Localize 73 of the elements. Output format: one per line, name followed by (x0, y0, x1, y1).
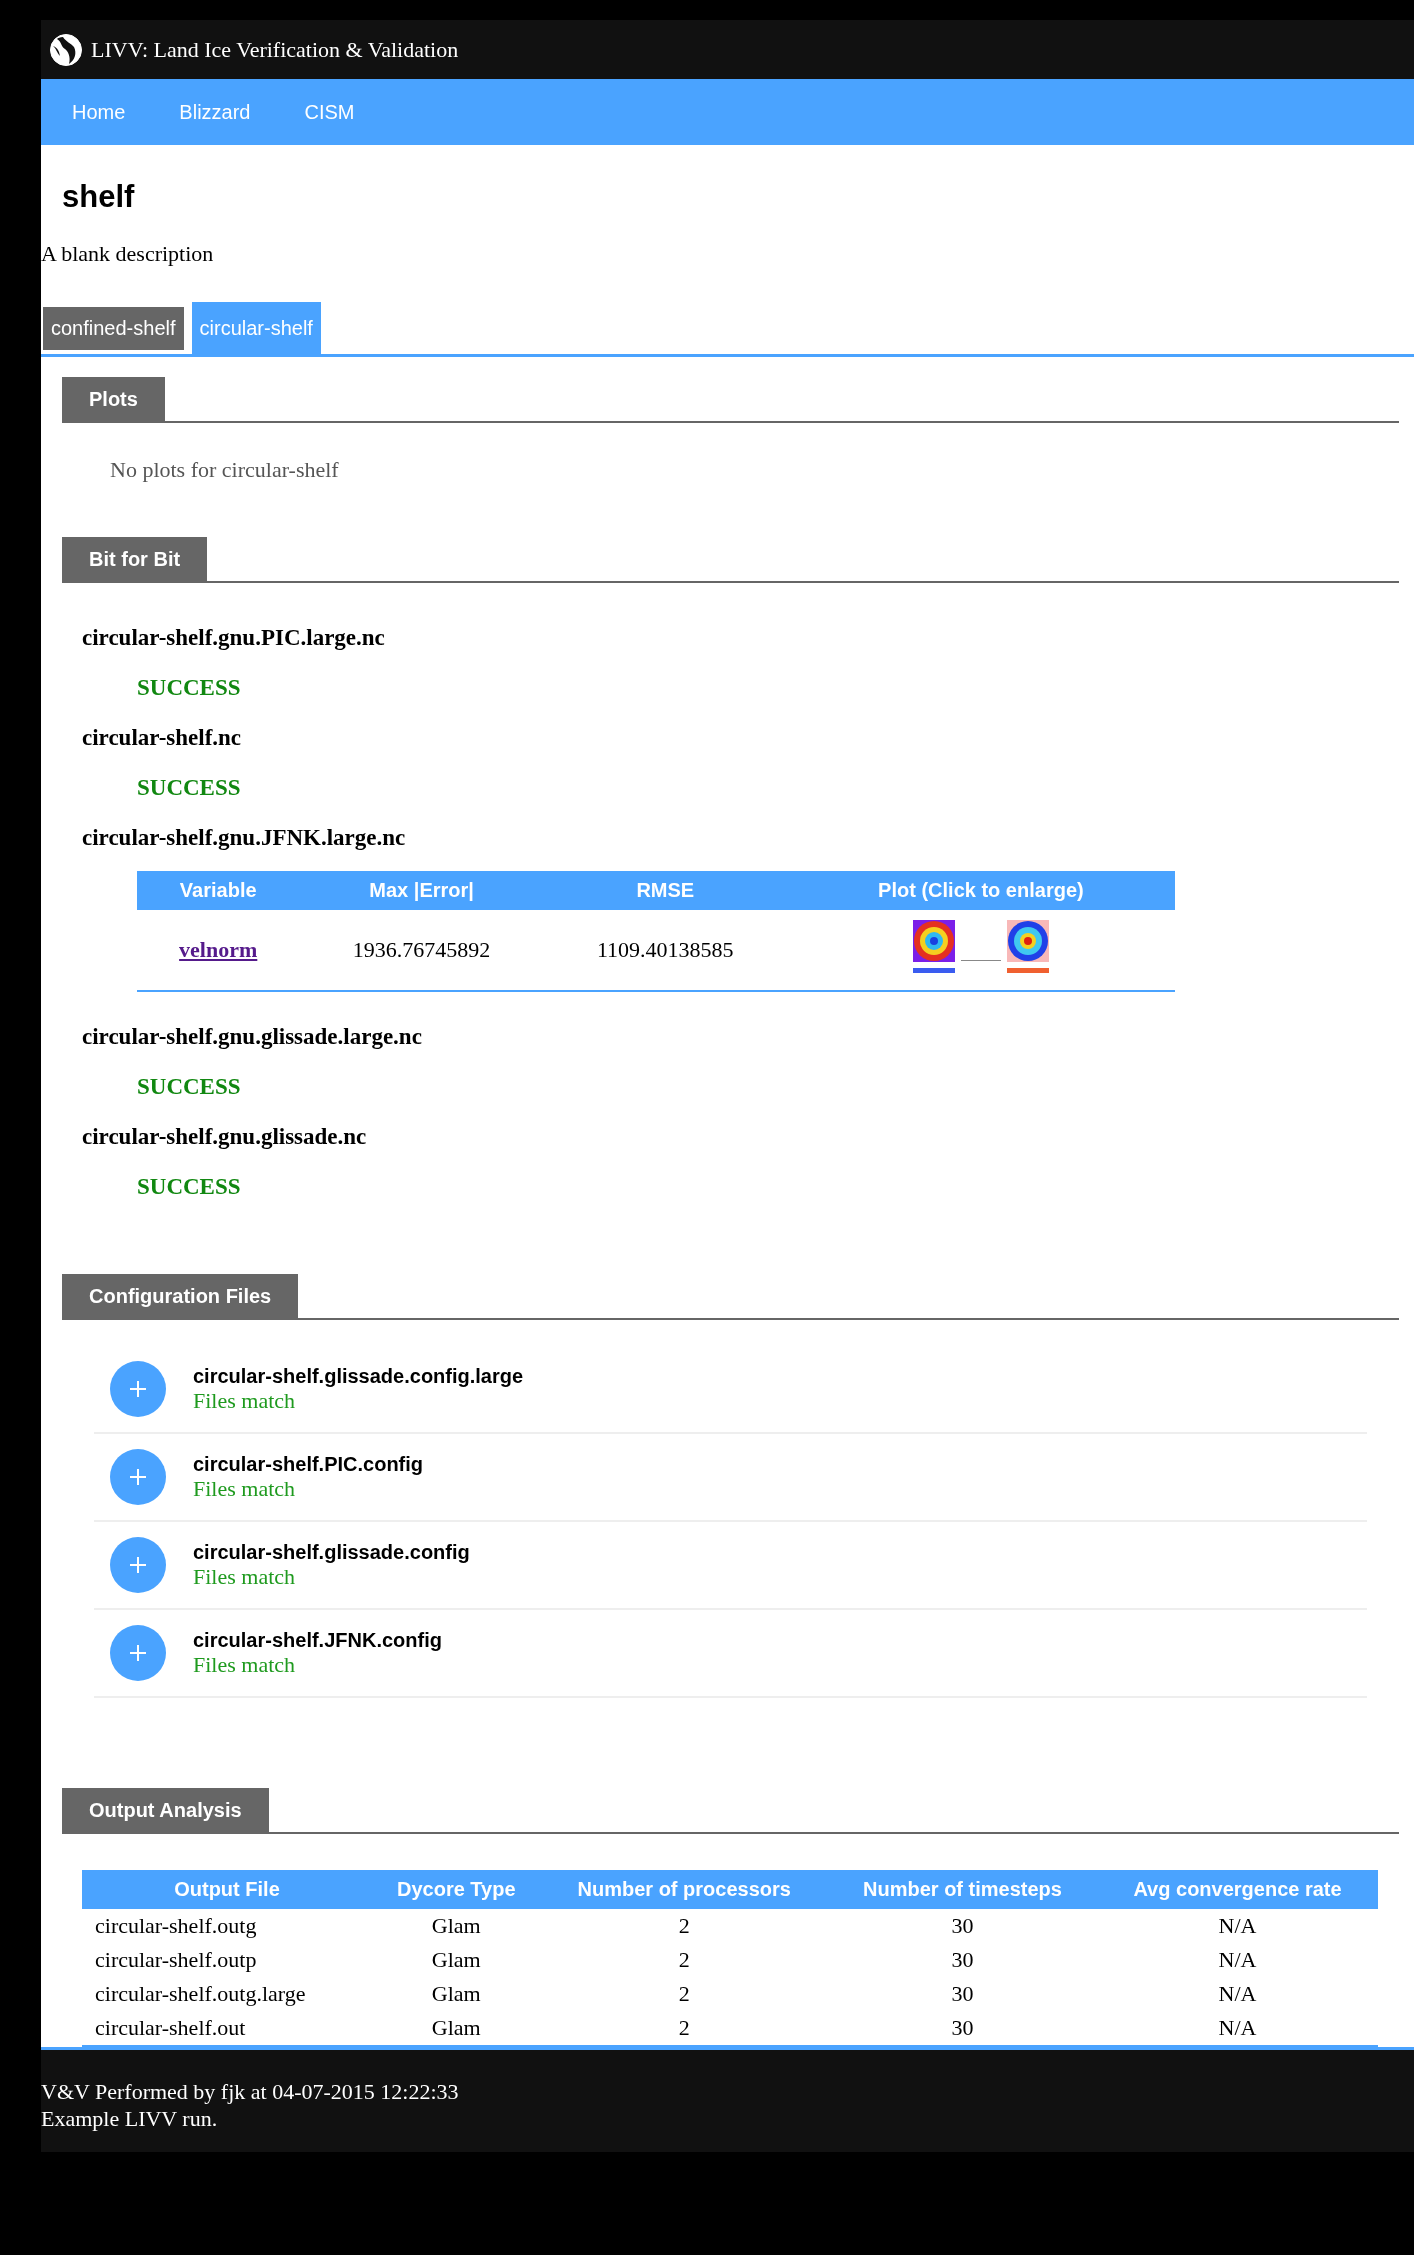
status-text: SUCCESS (137, 674, 242, 702)
status-text: Files match (193, 1475, 297, 1502)
section-title: Output Analysis (62, 1788, 269, 1832)
plus-icon (129, 1380, 147, 1398)
table-cell: 2 (540, 2011, 828, 2046)
file-name: circular-shelf.gnu.glissade.large.nc (82, 1023, 423, 1051)
table-cell-text: 30 (950, 1980, 975, 2008)
table-header-cell: Max |Error| (299, 871, 544, 910)
footer-text: Example LIVV run. (41, 2105, 219, 2132)
config-file-name: circular-shelf.PIC.config (193, 1452, 424, 1476)
page-title: shelf (61, 178, 136, 215)
config-file-name: circular-shelf.glissade.config (193, 1540, 470, 1564)
table-cell: 30 (827, 2011, 1098, 2046)
status-text: SUCCESS (137, 774, 242, 802)
file-name: circular-shelf.gnu.JFNK.large.nc (82, 824, 407, 852)
table-cell: circular-shelf.outg (82, 1909, 372, 1943)
status-text: Files match (193, 1563, 297, 1590)
table-cell: 30 (827, 1909, 1098, 1943)
status-text: Files match (193, 1387, 297, 1414)
variable-link[interactable]: velnorm (179, 937, 258, 962)
app-title: LIVV: Land Ice Verification & Validation (91, 36, 459, 63)
table-header-cell: Number of processors (540, 1870, 828, 1909)
table-cell-text: 30 (950, 1946, 975, 1974)
plus-icon (129, 1644, 147, 1662)
table-header-cell: Plot (Click to enlarge) (786, 871, 1175, 910)
table-cell: 2 (540, 1909, 828, 1943)
table-cell-text: 2 (677, 1946, 691, 1974)
tab[interactable]: confined-shelf (43, 307, 184, 350)
globe-icon (49, 32, 83, 67)
expand-button[interactable] (110, 1449, 166, 1505)
nav-link[interactable]: Blizzard (179, 100, 251, 124)
status-text: Files match (193, 1651, 297, 1678)
config-file-name: circular-shelf.glissade.config.large (193, 1364, 524, 1388)
expand-button[interactable] (110, 1537, 166, 1593)
table-cell: Glam (372, 1909, 541, 1943)
table-header-cell: Variable (137, 871, 300, 910)
table-cell: 1936.76745892 (299, 910, 544, 991)
table-cell-text: Glam (430, 1946, 482, 1974)
file-name: circular-shelf.nc (82, 724, 243, 752)
table-cell-text: Glam (430, 1980, 482, 2008)
table-cell: 1109.40138585 (543, 910, 787, 991)
table-header-cell: Dycore Type (372, 1870, 541, 1909)
table-cell: circular-shelf.out (82, 2011, 372, 2046)
table-cell: N/A (1097, 2011, 1378, 2046)
status-text: SUCCESS (137, 1173, 242, 1201)
plus-icon (129, 1468, 147, 1486)
table-header-cell: RMSE (543, 871, 787, 910)
plus-icon (129, 1556, 147, 1574)
tab[interactable]: circular-shelf (191, 302, 321, 354)
file-name: circular-shelf.gnu.PIC.large.nc (82, 624, 386, 652)
config-file-name: circular-shelf.JFNK.config (193, 1628, 442, 1652)
table-header-cell: Output File (82, 1870, 372, 1909)
footer-text: V&V Performed by fjk at 04-07-2015 12:22:33 (41, 2078, 460, 2105)
nav-link[interactable]: CISM (304, 100, 355, 124)
table-header-cell: Number of timesteps (827, 1870, 1098, 1909)
section-title: Bit for Bit (62, 537, 208, 581)
table-cell: Glam (372, 2011, 541, 2046)
expand-button[interactable] (110, 1361, 166, 1417)
table-cell: N/A (1097, 1909, 1378, 1943)
empty-message: No plots for circular-shelf (110, 457, 340, 483)
expand-button[interactable] (110, 1625, 166, 1681)
table-header-cell: Avg convergence rate (1097, 1870, 1378, 1909)
file-name: circular-shelf.gnu.glissade.nc (82, 1123, 368, 1151)
section-title: Configuration Files (62, 1274, 299, 1318)
section-title: Plots (62, 377, 165, 421)
table-cell-text: circular-shelf.outg.large (94, 1980, 307, 2008)
table-cell-text: N/A (1217, 1980, 1258, 2008)
table-cell-text: circular-shelf.outp (94, 1946, 258, 1974)
page-description: A blank description (41, 241, 215, 267)
table-cell-text: 2 (677, 1980, 691, 2008)
status-text: SUCCESS (137, 1073, 242, 1101)
table-cell-text: N/A (1217, 1946, 1258, 1974)
nav-link[interactable]: Home (72, 100, 126, 124)
